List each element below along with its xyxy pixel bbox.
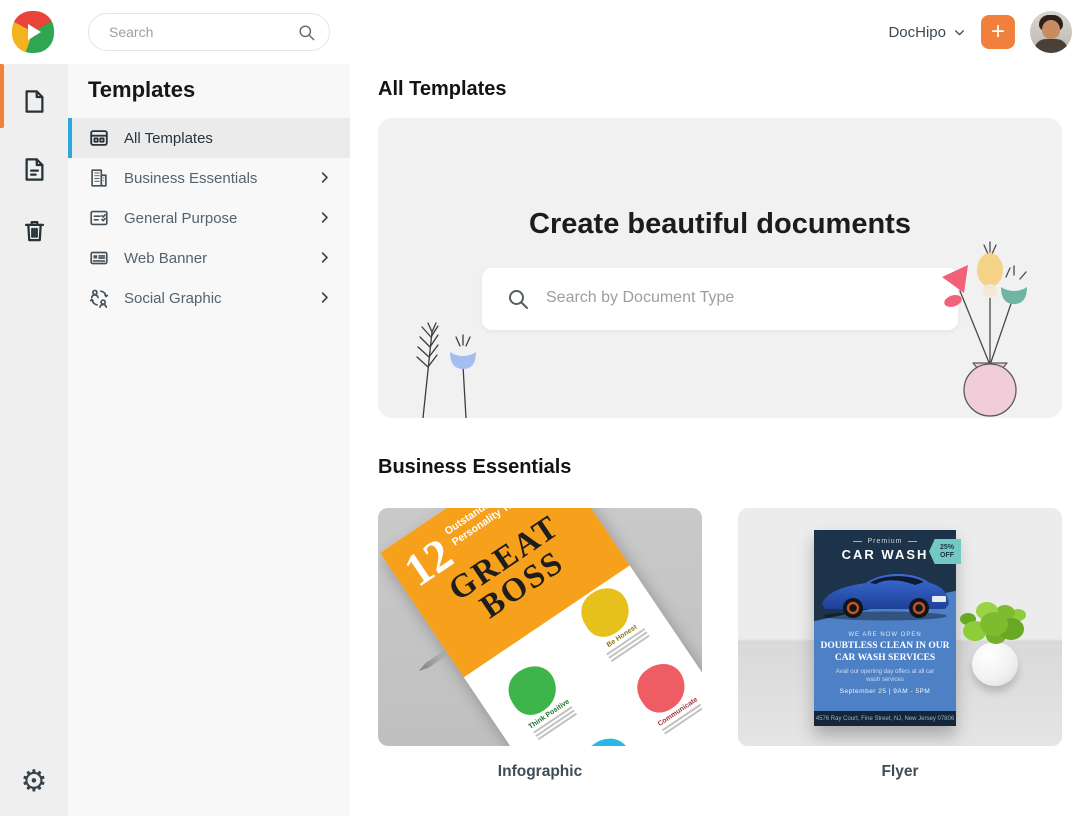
flyer-address: 4576 Ray Court, Fine Street, NJ, New Jer… [815, 715, 955, 722]
chevron-right-icon [317, 290, 332, 305]
rail-item-documents[interactable] [14, 149, 54, 189]
flyer-line1: WE ARE NOW OPEN [848, 632, 922, 638]
people-network-icon [88, 287, 110, 309]
plant-foliage [980, 612, 1008, 636]
hero-decoration-right [942, 241, 1027, 417]
icon-rail: ⚙ [0, 64, 68, 816]
flyer-poster: Premium CAR WASH 25% OFF WE ARE NOW OPEN… [814, 530, 961, 726]
rail-active-indicator [0, 64, 4, 128]
chevron-down-icon [953, 26, 966, 39]
app-window: DocHipo + [0, 0, 1088, 816]
sidebar-item-business-essentials[interactable]: Business Essentials [68, 158, 350, 198]
chevron-right-icon [317, 170, 332, 185]
document-type-search [482, 268, 958, 330]
flyer-line2: DOUBTLESS CLEAN IN OUR CAR WASH SERVICES [820, 641, 950, 663]
sidebar-list: All Templates Business Essentials Genera… [68, 118, 350, 318]
plant-pot [972, 642, 1018, 686]
flyer-footer: 4576 Ray Court, Fine Street, NJ, New Jer… [814, 711, 956, 726]
sidebar-item-social-graphic[interactable]: Social Graphic [68, 278, 350, 318]
document-blank-icon [21, 88, 48, 115]
sidebar-item-label: General Purpose [124, 209, 238, 227]
infographic-poster: 12 Outstanding Personality Traits of a G… [380, 508, 702, 746]
top-bar-actions: DocHipo + [888, 0, 1072, 64]
sidebar-item-general-purpose[interactable]: General Purpose [68, 198, 350, 238]
rail-item-trash[interactable] [14, 210, 54, 250]
create-new-button[interactable]: + [981, 15, 1015, 49]
dochipo-logo[interactable] [12, 11, 54, 53]
sidebar-item-label: Web Banner [124, 249, 208, 267]
workspace-label: DocHipo [888, 23, 946, 41]
flyer-line4: September 25 | 9AM - 5PM [839, 687, 931, 695]
search-icon [506, 287, 530, 311]
discount-badge: 25% OFF [929, 539, 961, 564]
search-icon [297, 23, 316, 42]
hero-banner: Create beautiful documents [378, 118, 1062, 418]
document-lines-icon [21, 156, 48, 183]
trash-icon [21, 217, 48, 244]
trait-blob-cyan [575, 729, 641, 746]
section-title: Business Essentials [378, 456, 572, 478]
avatar[interactable] [1030, 11, 1072, 53]
hero-decoration-left [416, 322, 476, 418]
rail-item-templates[interactable] [14, 81, 54, 121]
page-title: All Templates [378, 78, 507, 100]
flyer-text-block: WE ARE NOW OPEN DOUBTLESS CLEAN IN OUR C… [820, 632, 950, 695]
grid-panel-icon [88, 127, 110, 149]
trait-item: Think Positive [493, 653, 584, 745]
trait-item: Communicate [622, 651, 702, 740]
sidebar-item-label: All Templates [124, 129, 213, 147]
top-bar: DocHipo + [0, 0, 1088, 64]
template-card-flyer[interactable]: Premium CAR WASH 25% OFF WE ARE NOW OPEN… [738, 508, 1062, 746]
sidebar-item-all-templates[interactable]: All Templates [68, 118, 350, 158]
main-content: All Templates Create beautiful documents [350, 64, 1088, 816]
flyer-kicker: Premium [867, 538, 903, 545]
document-type-search-input[interactable] [546, 269, 936, 327]
template-card-infographic[interactable]: 12 Outstanding Personality Traits of a G… [378, 508, 702, 746]
sidebar-item-label: Social Graphic [124, 289, 222, 307]
avatar-face [1042, 20, 1060, 39]
chevron-right-icon [317, 210, 332, 225]
templates-sidebar: Templates All Templates Business Essenti… [68, 64, 350, 816]
global-search [88, 13, 330, 51]
avatar-body [1034, 39, 1068, 53]
gear-icon: ⚙ [20, 764, 48, 799]
sidebar-item-web-banner[interactable]: Web Banner [68, 238, 350, 278]
card-label-flyer: Flyer [881, 763, 919, 780]
banner-layout-icon [88, 247, 110, 269]
card-label-infographic: Infographic [497, 763, 583, 780]
flyer-line3: Avail our opening day offers at all car … [835, 668, 935, 683]
chevron-right-icon [317, 250, 332, 265]
potted-plant [948, 594, 1038, 704]
sidebar-item-label: Business Essentials [124, 169, 258, 187]
building-icon [88, 167, 110, 189]
checklist-document-icon [88, 207, 110, 229]
workspace-dropdown[interactable]: DocHipo [888, 24, 966, 41]
car-illustration [822, 574, 949, 621]
rail-item-settings[interactable]: ⚙ [14, 762, 54, 802]
sidebar-heading: Templates [88, 77, 196, 102]
global-search-input[interactable] [109, 15, 289, 49]
